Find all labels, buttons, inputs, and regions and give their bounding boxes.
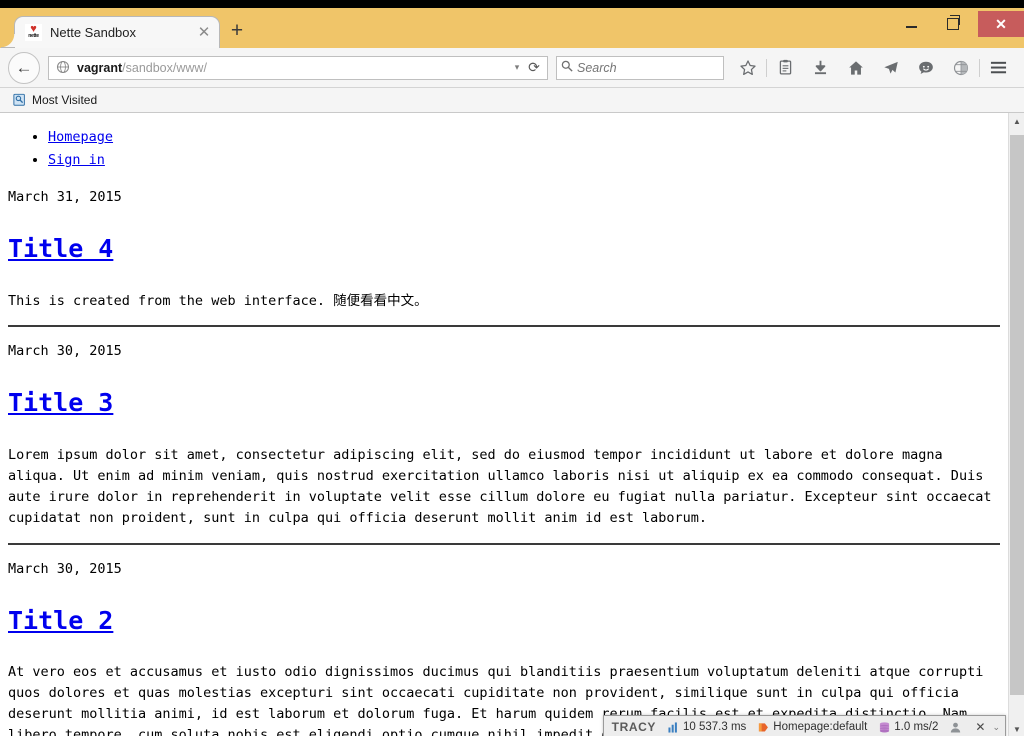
post-body: This is created from the web interface. … [8, 292, 428, 309]
back-button[interactable]: ← [8, 51, 40, 84]
window-close-button[interactable]: ✕ [978, 11, 1024, 37]
post-date: March 31, 2015 [8, 188, 122, 205]
page-content: Homepage Sign in March 31, 2015 Title 4 … [0, 113, 1008, 736]
bar-chart-icon [668, 721, 679, 733]
tracy-debug-bar: TRACY 10 537.3 ms Homepage:default 1.0 m… [602, 715, 1006, 736]
browser-window: ♥ nette Nette Sandbox ✕ + ✕ ← vagrant/sa… [0, 0, 1024, 736]
page-viewport: Homepage Sign in March 31, 2015 Title 4 … [0, 113, 1024, 736]
favicon-heart-glyph: ♥ [30, 23, 37, 35]
tracy-user-cell[interactable] [944, 716, 971, 736]
url-text: vagrant/sandbox/www/ [77, 61, 509, 75]
search-bar[interactable] [556, 55, 740, 80]
window-restore-button[interactable] [932, 10, 974, 38]
restore-icon [947, 15, 960, 30]
tab-title: Nette Sandbox [50, 25, 137, 40]
search-input[interactable] [577, 60, 740, 75]
nette-heart-favicon: ♥ nette [25, 24, 42, 41]
hamburger-menu-icon[interactable] [981, 53, 1016, 83]
pocket-chat-icon[interactable] [908, 53, 943, 83]
link-sign-in[interactable]: Sign in [48, 152, 105, 168]
toolbar-icon-group [730, 53, 1016, 83]
favicon-wordmark: nette [28, 33, 39, 39]
page-globe-icon [55, 60, 71, 76]
database-icon [879, 721, 890, 733]
post-title-link[interactable]: Title 3 [8, 388, 113, 417]
new-tab-button[interactable]: + [220, 16, 254, 48]
tracy-route-cell[interactable]: Homepage:default [752, 716, 873, 736]
window-controls: ✕ [890, 8, 1024, 40]
tracy-resize-icon[interactable]: ⌄ [992, 722, 1005, 733]
share-plane-icon[interactable] [873, 53, 908, 83]
post-date: March 30, 2015 [8, 560, 122, 577]
post-divider [8, 542, 1000, 545]
scrollbar-up-arrow[interactable]: ▲ [1009, 113, 1024, 130]
list-item: Sign in [48, 150, 1000, 171]
url-path: /sandbox/www/ [122, 60, 207, 75]
sync-globe-icon[interactable] [943, 53, 978, 83]
browser-tab-active[interactable]: ♥ nette Nette Sandbox ✕ [1, 16, 220, 48]
user-icon [950, 722, 961, 733]
bookmark-star-icon[interactable] [730, 53, 765, 83]
post-item: March 30, 2015 Title 2 At vero eos et ac… [8, 559, 1000, 736]
navigation-toolbar: ← vagrant/sandbox/www/ ▾ ⟳ [0, 48, 1024, 88]
bookmark-label: Most Visited [32, 93, 98, 107]
tracy-time-cell[interactable]: 10 537.3 ms [662, 716, 752, 736]
reload-icon[interactable]: ⟳ [525, 59, 543, 76]
minimize-icon [905, 26, 917, 28]
tab-close-icon[interactable]: ✕ [195, 24, 213, 42]
post-title: Title 4 [8, 230, 1000, 269]
post-date: March 30, 2015 [8, 343, 122, 360]
tracy-time-label: 10 537.3 ms [683, 721, 747, 733]
post-item: March 31, 2015 Title 4 This is created f… [8, 187, 1000, 328]
bookmark-most-visited[interactable]: Most Visited [6, 92, 103, 109]
post-title-link[interactable]: Title 4 [8, 234, 113, 263]
home-icon[interactable] [838, 53, 873, 83]
link-homepage[interactable]: Homepage [48, 129, 113, 145]
downloads-icon[interactable] [803, 53, 838, 83]
post-item: March 30, 2015 Title 3 Lorem ipsum dolor… [8, 341, 1000, 545]
toolbar-divider-2 [979, 58, 980, 77]
presenter-icon [758, 722, 769, 733]
tracy-close-icon[interactable]: ✕ [971, 720, 992, 734]
post-body: Lorem ipsum dolor sit amet, consectetur … [8, 447, 992, 526]
title-bar: ♥ nette Nette Sandbox ✕ + ✕ [0, 8, 1024, 48]
toolbar-divider [766, 58, 767, 77]
post-divider [8, 325, 1000, 328]
reader-list-icon[interactable] [768, 53, 803, 83]
post-title: Title 2 [8, 602, 1000, 641]
tracy-route-label: Homepage:default [773, 721, 868, 733]
scrollbar-thumb[interactable] [1010, 135, 1024, 695]
page-scrollbar[interactable]: ▲ ▼ [1008, 113, 1024, 736]
most-visited-icon [12, 93, 27, 108]
window-minimize-button[interactable] [890, 10, 932, 38]
search-icon [557, 60, 577, 75]
site-nav-list: Homepage Sign in [8, 127, 1000, 171]
scrollbar-down-arrow[interactable]: ▼ [1009, 721, 1024, 736]
url-bar[interactable]: vagrant/sandbox/www/ ▾ ⟳ [48, 55, 548, 80]
window-top-edge [0, 0, 1024, 8]
post-title: Title 3 [8, 384, 1000, 423]
bookmarks-toolbar: Most Visited [0, 88, 1024, 113]
url-host: vagrant [77, 60, 123, 75]
tracy-logo[interactable]: TRACY [604, 720, 662, 734]
post-title-link[interactable]: Title 2 [8, 606, 113, 635]
list-item: Homepage [48, 127, 1000, 148]
url-history-dropdown-icon[interactable]: ▾ [509, 62, 525, 73]
tracy-database-cell[interactable]: 1.0 ms/2 [873, 716, 944, 736]
tracy-database-label: 1.0 ms/2 [894, 721, 939, 733]
